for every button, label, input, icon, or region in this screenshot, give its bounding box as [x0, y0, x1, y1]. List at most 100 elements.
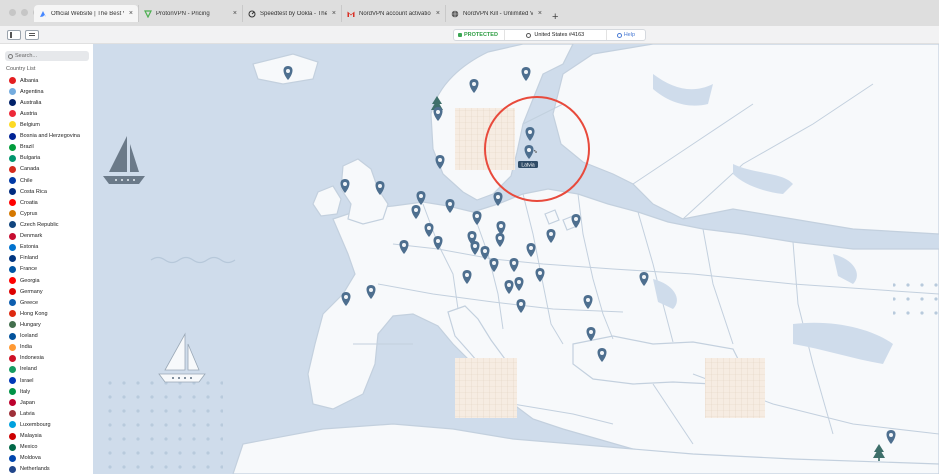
country-name: Bosnia and Herzegovina	[20, 133, 80, 140]
country-list-item[interactable]: Iceland	[0, 331, 93, 342]
hovered-server-pin[interactable]: Latvia	[518, 145, 538, 169]
browser-tab-nordvpn-kill[interactable]: NordVPN Kill - Unlimited VPN ×	[445, 5, 547, 22]
flag-icon	[9, 432, 16, 440]
browser-tab-gmail[interactable]: NordVPN account activation - ×	[341, 5, 445, 22]
browser-tab-protonvpn[interactable]: ProtonVPN - Pricing ×	[138, 5, 242, 22]
country-list-item[interactable]: Latvia	[0, 408, 93, 419]
flag-icon	[9, 377, 16, 384]
country-name: Finland	[20, 255, 39, 262]
country-list-item[interactable]: Australia	[0, 97, 93, 108]
flag-icon	[9, 388, 16, 396]
close-tab-icon[interactable]: ×	[332, 10, 336, 17]
country-list-item[interactable]: Albania	[0, 75, 93, 86]
flag-icon	[9, 110, 16, 118]
country-list-item[interactable]: Argentina	[0, 86, 93, 97]
flag-icon	[9, 465, 16, 473]
flag-icon	[9, 177, 16, 185]
country-list-item[interactable]: Georgia	[0, 275, 93, 286]
country-list-item[interactable]: Netherlands	[0, 464, 93, 474]
country-list-item[interactable]: Ireland	[0, 364, 93, 375]
sidebar: Search... Country List Albania Argentina A…	[0, 44, 93, 474]
sidebar-toggle-icon[interactable]	[7, 30, 21, 40]
browser-tab-nordvpn[interactable]: Official Website | The Best VPN ×	[34, 5, 138, 22]
country-name: Indonesia	[20, 355, 44, 362]
country-name: Cyprus	[20, 210, 38, 217]
country-list: Albania Argentina Australia Austria Belgium B…	[0, 75, 93, 474]
country-list-item[interactable]: Japan	[0, 397, 93, 408]
country-list-item[interactable]: Mexico	[0, 442, 93, 453]
close-tab-icon[interactable]: ×	[436, 10, 440, 17]
flag-icon	[9, 154, 16, 162]
server-map[interactable]: Latvia	[93, 44, 939, 474]
land-masses	[232, 44, 939, 474]
map-canvas: Latvia	[103, 44, 939, 474]
country-list-item[interactable]: Bulgaria	[0, 153, 93, 164]
country-list-item[interactable]: Canada	[0, 164, 93, 175]
country-name: India	[20, 344, 32, 351]
country-name: Czech Republic	[20, 221, 59, 228]
flag-icon	[9, 99, 16, 107]
country-list-item[interactable]: Chile	[0, 175, 93, 186]
country-name: Moldova	[20, 455, 41, 462]
flag-icon	[9, 77, 16, 85]
country-list-item[interactable]: France	[0, 264, 93, 275]
country-list-item[interactable]: Israel	[0, 375, 93, 386]
country-list-item[interactable]: Italy	[0, 386, 93, 397]
flag-icon	[9, 121, 16, 129]
country-name: Hungary	[20, 321, 41, 328]
flag-icon	[9, 265, 16, 273]
country-list-item[interactable]: Denmark	[0, 231, 93, 242]
flag-icon	[9, 254, 16, 262]
country-list-item[interactable]: Croatia	[0, 197, 93, 208]
country-name: Malaysia	[20, 433, 42, 440]
country-list-item[interactable]: Greece	[0, 297, 93, 308]
country-name: Denmark	[20, 233, 43, 240]
country-list-item[interactable]: Estonia	[0, 242, 93, 253]
globe-favicon-icon	[451, 10, 459, 18]
close-tab-icon[interactable]: ×	[233, 10, 237, 17]
sailboat-icon	[158, 332, 206, 383]
country-list-item[interactable]: Germany	[0, 286, 93, 297]
search-input[interactable]: Search...	[5, 51, 89, 61]
close-tab-icon[interactable]: ×	[129, 10, 133, 17]
country-list-item[interactable]: Finland	[0, 253, 93, 264]
close-tab-icon[interactable]: ×	[538, 10, 542, 17]
country-list-item[interactable]: India	[0, 342, 93, 353]
flag-icon	[9, 277, 16, 285]
country-list-item[interactable]: Cyprus	[0, 208, 93, 219]
country-list-item[interactable]: Belgium	[0, 119, 93, 130]
country-list-item[interactable]: Moldova	[0, 453, 93, 464]
country-list-item[interactable]: Costa Rica	[0, 186, 93, 197]
search-icon	[8, 53, 13, 59]
country-list-item[interactable]: Brazil	[0, 142, 93, 153]
connected-server[interactable]: United States #4163	[505, 32, 606, 38]
help-button[interactable]: Help	[605, 30, 645, 40]
flag-icon	[9, 88, 16, 96]
browser-tab-speedtest[interactable]: Speedtest by Ookla - The Global ×	[242, 5, 341, 22]
flag-icon	[9, 132, 16, 140]
country-name: Mexico	[20, 444, 38, 451]
mouse-cursor-icon	[533, 149, 538, 154]
settings-menu-icon[interactable]	[25, 30, 39, 40]
flag-icon	[9, 221, 16, 229]
hover-tooltip-label: Latvia	[521, 163, 535, 169]
country-list-item[interactable]: Hungary	[0, 319, 93, 330]
server-pin-estonia[interactable]	[525, 127, 535, 141]
country-name: Chile	[20, 177, 33, 184]
help-icon	[616, 32, 622, 38]
flag-icon	[9, 332, 16, 340]
country-name: Ireland	[20, 366, 37, 373]
country-list-item[interactable]: Indonesia	[0, 353, 93, 364]
country-list-item[interactable]: Luxembourg	[0, 419, 93, 430]
flag-icon	[9, 210, 16, 218]
tab-title: Speedtest by Ookla - The Global	[260, 10, 327, 17]
country-name: Hong Kong	[20, 310, 48, 317]
country-name: Belgium	[20, 121, 40, 128]
new-tab-button[interactable]: +	[552, 11, 558, 23]
country-list-item[interactable]: Malaysia	[0, 431, 93, 442]
country-list-item[interactable]: Hong Kong	[0, 308, 93, 319]
country-name: Italy	[20, 388, 31, 395]
country-list-item[interactable]: Bosnia and Herzegovina	[0, 131, 93, 142]
country-list-item[interactable]: Austria	[0, 108, 93, 119]
country-list-item[interactable]: Czech Republic	[0, 219, 93, 230]
